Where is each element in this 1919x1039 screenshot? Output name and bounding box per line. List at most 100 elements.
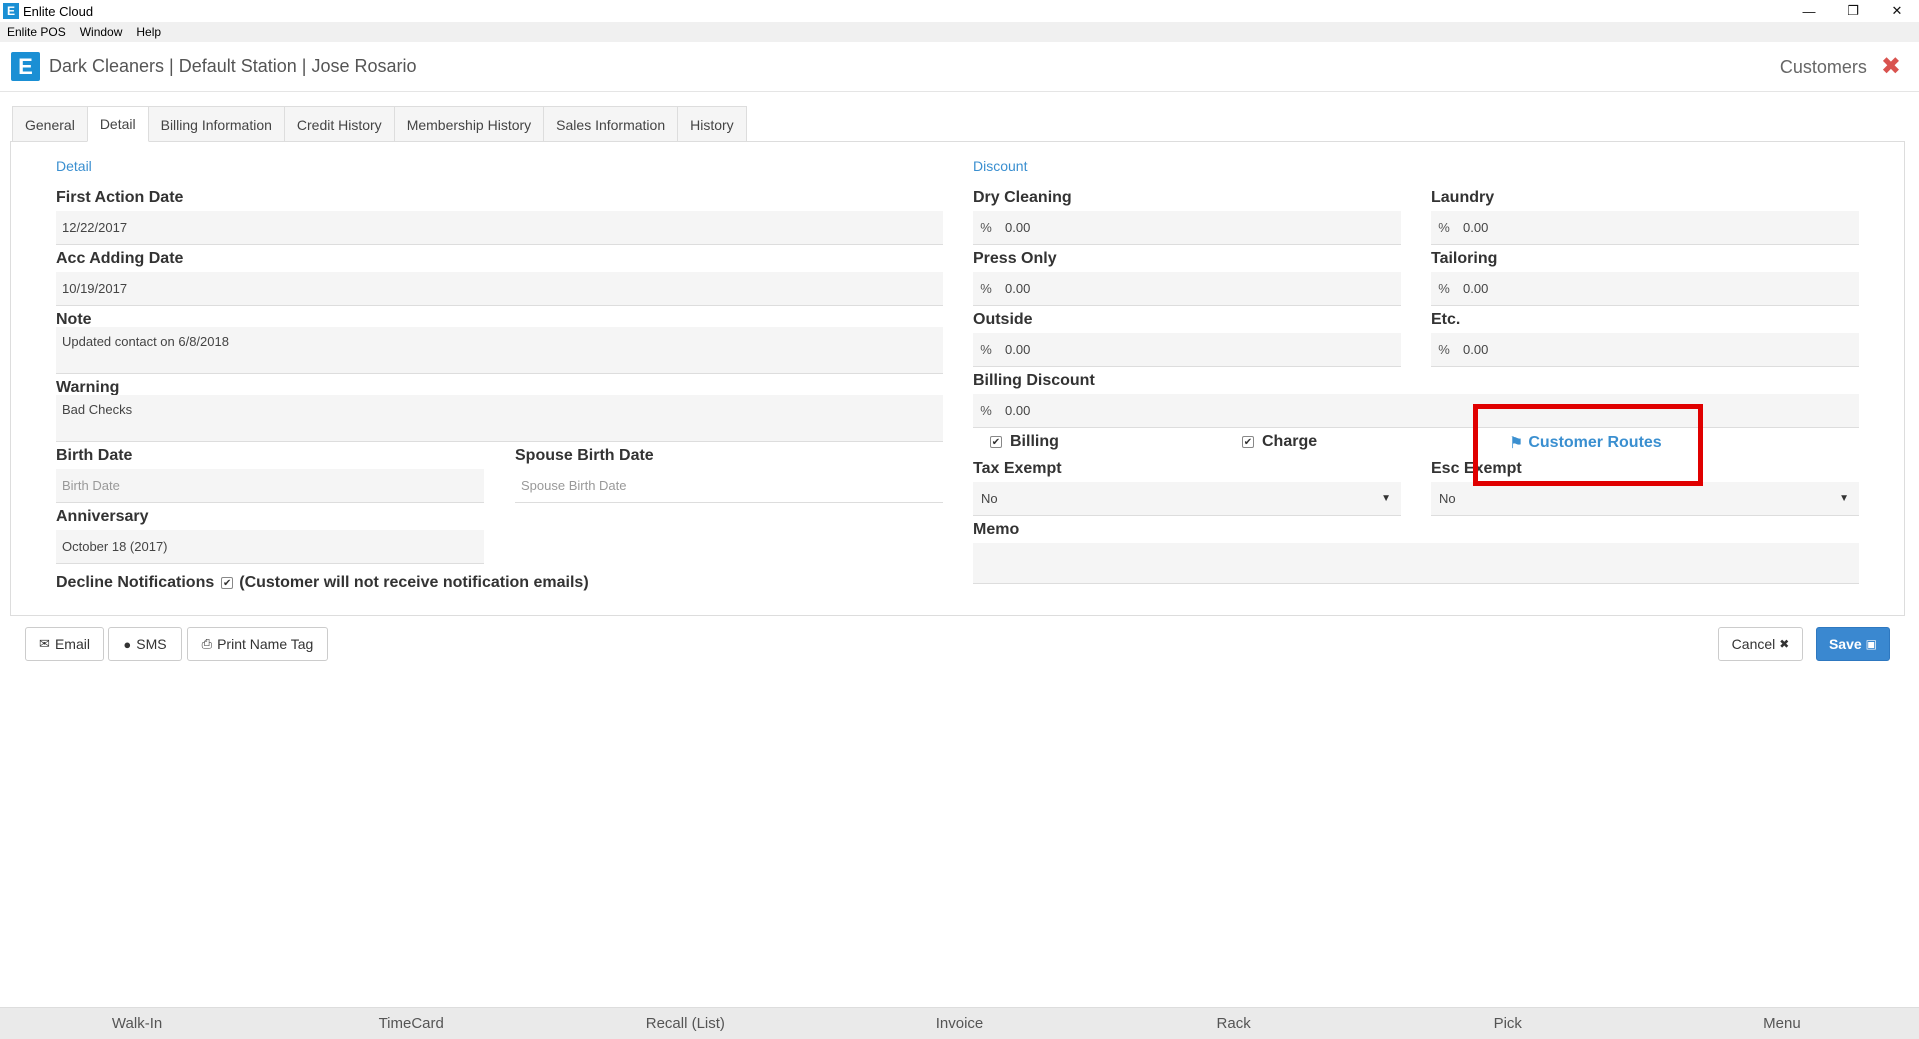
floppy-disk-icon: ▣ [1865,637,1878,651]
customer-routes-button[interactable]: ⚑ Customer Routes [1509,433,1662,453]
warning-field[interactable]: Bad Checks [56,395,943,442]
discount-section-label: Discount [973,158,1028,174]
etc-value: 0.00 [1463,342,1489,357]
nav-rack[interactable]: Rack [1097,1008,1371,1039]
esc-exempt-label: Esc Exempt [1431,460,1522,477]
decline-notifications-row: Decline Notifications ✔ (Customer will n… [56,574,589,592]
nav-timecard[interactable]: TimeCard [274,1008,548,1039]
tailoring-label: Tailoring [1431,250,1498,267]
menu-window[interactable]: Window [73,25,130,39]
percent-symbol: % [1438,281,1450,296]
print-name-tag-label: Print Name Tag [217,636,314,652]
acc-adding-date-field[interactable]: 10/19/2017 [56,272,943,306]
page-title: Dark Cleaners | Default Station | Jose R… [49,56,417,76]
sms-button[interactable]: ● SMS [108,627,182,661]
anniversary-value: October 18 (2017) [62,539,168,554]
tab-history[interactable]: History [677,106,747,142]
nav-pick[interactable]: Pick [1371,1008,1645,1039]
tab-sales-information[interactable]: Sales Information [543,106,679,142]
charge-checkbox[interactable]: ✔ [1242,436,1254,448]
billing-discount-value: 0.00 [1005,403,1031,418]
percent-symbol: % [1438,220,1450,235]
birth-date-placeholder: Birth Date [62,478,120,493]
tab-general[interactable]: General [12,106,88,142]
note-value: Updated contact on 6/8/2018 [62,334,229,349]
nav-recall-list[interactable]: Recall (List) [548,1008,822,1039]
window-title: Enlite Cloud [23,3,94,19]
memo-label: Memo [973,521,1020,538]
close-page-icon[interactable]: ✖ [1881,55,1901,79]
dropdown-arrow-icon: ▼ [1839,493,1849,504]
minimize-icon[interactable]: — [1787,0,1831,22]
customer-routes-label: Customer Routes [1528,434,1662,451]
nav-invoice[interactable]: Invoice [822,1008,1096,1039]
etc-input[interactable]: % 0.00 [1431,333,1859,367]
outside-value: 0.00 [1005,342,1031,357]
save-button[interactable]: Save ▣ [1816,627,1890,661]
billing-checkbox[interactable]: ✔ [990,436,1002,448]
menu-enlite-pos[interactable]: Enlite POS [0,25,73,39]
brand-logo-icon: E [11,52,40,81]
percent-symbol: % [980,403,992,418]
print-name-tag-button[interactable]: ⎙ Print Name Tag [187,627,328,661]
window-titlebar: E Enlite Cloud — ❐ ✕ [0,0,1919,22]
detail-section-label: Detail [56,158,92,174]
outside-input[interactable]: % 0.00 [973,333,1401,367]
decline-notifications-note: (Customer will not receive notification … [239,574,589,591]
press-only-input[interactable]: % 0.00 [973,272,1401,306]
email-label: Email [54,636,90,652]
tab-detail[interactable]: Detail [86,106,149,142]
press-only-value: 0.00 [1005,281,1031,296]
nav-walk-in[interactable]: Walk-In [0,1008,274,1039]
decline-notifications-checkbox[interactable]: ✔ [221,577,234,589]
close-icon: ✖ [1779,637,1790,651]
birth-date-input[interactable]: Birth Date [56,469,484,503]
sms-label: SMS [136,636,167,652]
esc-exempt-select[interactable]: No ▼ [1431,482,1859,516]
save-label: Save [1828,636,1862,652]
nav-menu[interactable]: Menu [1645,1008,1919,1039]
page-header: E Dark Cleaners | Default Station | Jose… [0,42,1919,92]
spouse-birth-date-placeholder: Spouse Birth Date [521,478,627,493]
percent-symbol: % [980,281,992,296]
billing-discount-label: Billing Discount [973,372,1095,389]
first-action-date-label: First Action Date [56,189,184,206]
anniversary-field[interactable]: October 18 (2017) [56,530,484,564]
signpost-icon: ⚑ [1509,435,1524,452]
tab-credit-history[interactable]: Credit History [283,106,395,142]
menu-bar: Enlite POS Window Help [0,22,1919,42]
cancel-button[interactable]: Cancel ✖ [1718,627,1803,661]
tailoring-input[interactable]: % 0.00 [1431,272,1859,306]
percent-symbol: % [1438,342,1450,357]
billing-discount-input[interactable]: % 0.00 [973,394,1859,428]
tailoring-value: 0.00 [1463,281,1489,296]
first-action-date-field[interactable]: 12/22/2017 [56,211,943,245]
tax-exempt-select[interactable]: No ▼ [973,482,1401,516]
email-button[interactable]: ✉ Email [25,627,104,661]
envelope-icon: ✉ [39,636,50,651]
spouse-birth-date-input[interactable]: Spouse Birth Date [515,469,943,503]
laundry-input[interactable]: % 0.00 [1431,211,1859,245]
dropdown-arrow-icon: ▼ [1381,493,1391,504]
esc-exempt-value: No [1439,491,1456,506]
laundry-label: Laundry [1431,189,1495,206]
tab-membership-history[interactable]: Membership History [393,106,545,142]
note-field[interactable]: Updated contact on 6/8/2018 [56,327,943,374]
tab-billing-information[interactable]: Billing Information [147,106,285,142]
memo-field[interactable] [973,543,1859,584]
tab-bar: General Detail Billing Information Credi… [12,106,747,142]
restore-icon[interactable]: ❐ [1831,0,1875,22]
first-action-date-value: 12/22/2017 [62,220,128,235]
charge-checkbox-row: ✔ Charge [1242,433,1317,451]
acc-adding-date-label: Acc Adding Date [56,250,184,267]
dry-cleaning-label: Dry Cleaning [973,189,1072,206]
percent-symbol: % [980,220,992,235]
close-window-icon[interactable]: ✕ [1875,0,1919,22]
dry-cleaning-input[interactable]: % 0.00 [973,211,1401,245]
comment-icon: ● [123,636,132,652]
birth-date-label: Birth Date [56,447,133,464]
menu-help[interactable]: Help [129,25,168,39]
charge-label: Charge [1262,433,1318,450]
anniversary-label: Anniversary [56,508,149,525]
dry-cleaning-value: 0.00 [1005,220,1031,235]
